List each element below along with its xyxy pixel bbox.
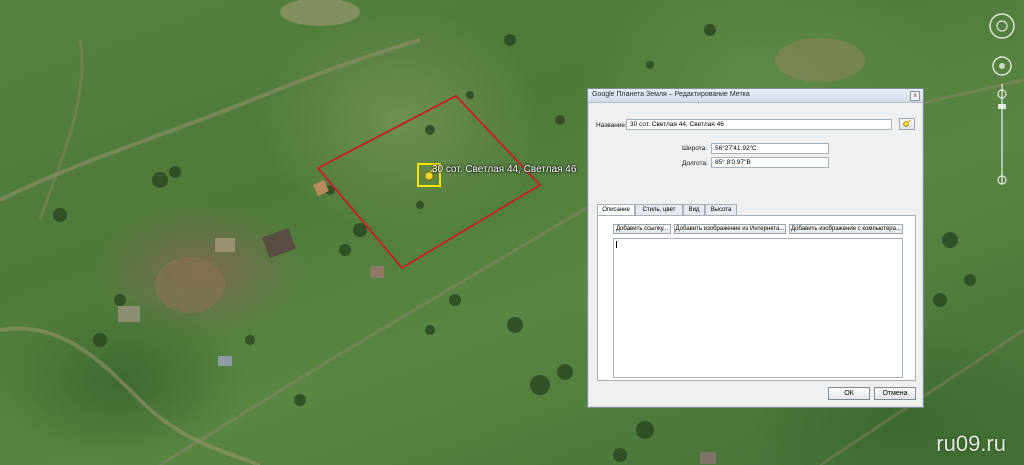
ok-button[interactable]: ОК [828,387,870,400]
tab-view[interactable]: Вид [683,204,705,215]
dirt-road [0,326,261,465]
description-textarea[interactable] [613,238,903,378]
bare-ground [775,38,865,82]
look-around-icon[interactable] [996,20,1008,32]
placemark-label[interactable]: 30 сот. Светлая 44, Светлая 46 [432,164,576,175]
edit-placemark-dialog: Google Планета Земля – Редактирование Ме… [587,88,924,408]
pushpin-icon [903,119,911,127]
name-label: Название: [596,122,627,129]
cancel-button[interactable]: Отмена [874,387,916,400]
dirt-road [0,38,421,202]
description-panel: Добавить ссылку... Добавить изображение … [597,215,916,381]
add-link-button[interactable]: Добавить ссылку... [613,224,671,234]
dialog-title: Google Планета Земля – Редактирование Ме… [592,91,750,98]
dialog-titlebar[interactable]: Google Планета Земля – Редактирование Ме… [588,89,923,103]
latitude-field[interactable]: 56°27'41.92"С [711,143,829,154]
add-web-image-button[interactable]: Добавить изображение из Интернета... [674,224,786,234]
text-caret [616,241,617,248]
add-local-image-button[interactable]: Добавить изображение с компьютера... [789,224,903,234]
navigation-controls[interactable] [988,4,1016,194]
zoom-slider-handle[interactable] [998,104,1006,109]
dirt-road [38,39,84,221]
bare-ground [280,0,360,26]
compass-ring-icon[interactable] [989,13,1015,39]
latitude-label: Широта: [682,145,708,152]
close-icon[interactable]: x [910,91,920,101]
watermark: ru09.ru [936,431,1006,456]
name-field[interactable]: 30 сот. Светлая 44, Светлая 46 [626,119,892,130]
bare-ground [155,257,225,313]
tab-altitude[interactable]: Высота [705,204,737,215]
property-boundary[interactable] [316,94,542,270]
longitude-field[interactable]: 85° 8'0.97"В [711,157,829,168]
longitude-label: Долгота: [682,160,708,167]
tab-style-color[interactable]: Стиль, цвет [635,204,683,215]
placemark-icon-button[interactable] [899,118,915,130]
